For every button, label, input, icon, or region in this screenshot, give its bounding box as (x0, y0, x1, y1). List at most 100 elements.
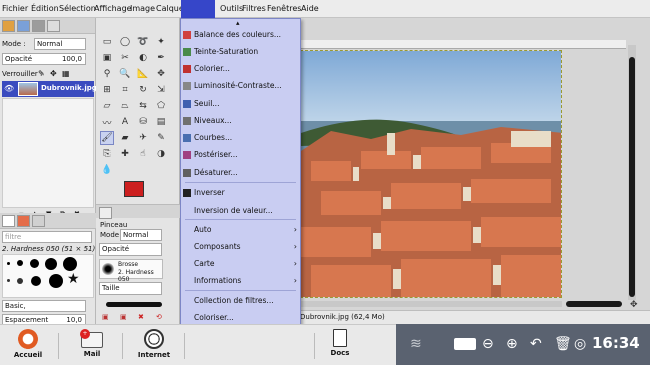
patterns-tab-icon[interactable] (17, 215, 30, 227)
color-picker-icon[interactable]: ⚲ (100, 67, 114, 81)
tool-size-field[interactable]: Taille (99, 282, 162, 295)
ink-icon[interactable]: ✎ (154, 131, 168, 145)
menu-image[interactable]: Image (129, 0, 156, 18)
lock-alpha-icon[interactable]: ▦ (62, 69, 70, 78)
brushes-tab-icon[interactable] (2, 215, 15, 227)
navigate-icon[interactable]: ✥ (630, 300, 638, 310)
menu-item-14[interactable]: Carte › (181, 256, 300, 272)
trash-icon[interactable]: 🗑 (554, 336, 572, 352)
fuzzy-select-icon[interactable]: ✦ (154, 35, 168, 49)
paths-tab-icon[interactable] (32, 20, 45, 32)
brush-swatch[interactable] (7, 262, 10, 265)
menu-item-8[interactable]: Postériser... (181, 147, 300, 163)
cage-icon[interactable]: ⬠ (154, 99, 168, 113)
smudge-icon[interactable]: ☝ (136, 147, 150, 161)
foreground-color-swatch[interactable] (124, 181, 144, 197)
menu-item-9[interactable]: Désaturer... (181, 165, 300, 181)
ellipse-select-icon[interactable]: ◯ (118, 35, 132, 49)
menu-colors-active[interactable] (181, 0, 215, 18)
menu-edit[interactable]: Édition (30, 0, 60, 18)
wifi-icon[interactable]: ≋ (410, 336, 422, 352)
blur-icon[interactable]: 💧 (100, 163, 114, 177)
warp-icon[interactable]: 〰 (100, 115, 114, 129)
lock-pixels-icon[interactable]: ✎ (38, 69, 45, 78)
perspective-icon[interactable]: ⏢ (118, 99, 132, 113)
brush-swatch[interactable] (30, 259, 39, 268)
menu-file[interactable]: Fichier (1, 0, 29, 18)
color-select-icon[interactable]: ▣ (100, 51, 114, 65)
app-mail[interactable]: Mail (70, 327, 114, 365)
star-brush-icon[interactable]: ★ (67, 271, 80, 287)
brush-grid[interactable]: ★ (2, 254, 94, 298)
move-icon[interactable]: ✥ (154, 67, 168, 81)
app-internet[interactable]: Internet (132, 327, 176, 365)
brush-swatch[interactable] (17, 278, 23, 284)
zoom-icon[interactable]: 🔍 (118, 67, 132, 81)
rotate-icon[interactable]: ↻ (136, 83, 150, 97)
brush-swatch[interactable] (17, 260, 23, 266)
menu-item-5[interactable]: Seuil... (181, 96, 300, 112)
menu-windows[interactable]: Fenêtres (266, 0, 302, 18)
menu-item-1[interactable]: Balance des couleurs... (181, 27, 300, 43)
menu-select[interactable]: Sélection (58, 0, 97, 18)
lock-position-icon[interactable]: ✥ (50, 69, 57, 78)
menu-item-16[interactable]: Collection de filtres... (181, 293, 300, 309)
menu-help[interactable]: Aide (300, 0, 320, 18)
brush-swatch[interactable] (45, 258, 57, 270)
save-preset-icon[interactable]: ▣ (102, 313, 109, 321)
undo-tab-icon[interactable] (47, 20, 60, 32)
app-home[interactable]: Accueil (6, 327, 50, 365)
scale-icon[interactable]: ⇲ (154, 83, 168, 97)
menu-item-13[interactable]: Composants › (181, 239, 300, 255)
undo-arrow-icon[interactable]: ↶ (530, 336, 542, 352)
airbrush-icon[interactable]: ✈ (136, 131, 150, 145)
menu-item-4[interactable]: Luminosité-Contraste... (181, 78, 300, 94)
foreground-select-icon[interactable]: ◐ (136, 51, 150, 65)
menu-view[interactable]: Affichage (93, 0, 133, 18)
tool-options-scrollbar[interactable] (106, 302, 162, 307)
layer-mode-select[interactable]: Normal (34, 38, 86, 50)
brush-swatch-selected[interactable] (49, 274, 63, 288)
flip-icon[interactable]: ⇆ (136, 99, 150, 113)
menu-item-6[interactable]: Niveaux... (181, 113, 300, 129)
rect-select-icon[interactable]: ▭ (100, 35, 114, 49)
vertical-scrollbar-thumb[interactable] (629, 57, 635, 297)
scroll-up-icon[interactable]: ▴ (236, 19, 240, 27)
paintbrush-icon[interactable]: 🖌 (100, 131, 114, 145)
brush-swatch[interactable] (7, 279, 10, 282)
battery-icon[interactable] (454, 338, 476, 350)
blend-icon[interactable]: ▤ (154, 115, 168, 129)
heal-icon[interactable]: ✚ (118, 147, 132, 161)
crop-icon[interactable]: ⌗ (118, 83, 132, 97)
paths-icon[interactable]: ✒ (154, 51, 168, 65)
measure-icon[interactable]: 📐 (136, 67, 150, 81)
menu-item-15[interactable]: Informations › (181, 273, 300, 289)
horizontal-scrollbar-track[interactable] (300, 301, 562, 307)
menu-item-12[interactable]: Auto › (181, 222, 300, 238)
menu-item-7[interactable]: Courbes... (181, 130, 300, 146)
menu-item-2[interactable]: Teinte-Saturation (181, 44, 300, 60)
reset-preset-icon[interactable]: ⟲ (156, 313, 162, 321)
lifebuoy-icon[interactable]: ◎ (574, 336, 586, 352)
brush-filter-input[interactable]: filtre (2, 231, 92, 243)
menu-filters[interactable]: Filtres (241, 0, 267, 18)
bucket-fill-icon[interactable]: ⛁ (136, 115, 150, 129)
brush-preset-select[interactable]: Basic, (2, 300, 86, 312)
layers-tab-icon[interactable] (2, 20, 15, 32)
align-icon[interactable]: ⊞ (100, 83, 114, 97)
tool-opacity-field[interactable]: Opacité (99, 243, 162, 256)
menu-item-10[interactable]: Inverser (181, 185, 300, 201)
horizontal-scrollbar-thumb[interactable] (566, 301, 622, 307)
app-docs[interactable]: Docs (320, 327, 360, 365)
text-icon[interactable]: A (118, 115, 132, 129)
dodge-burn-icon[interactable]: ◑ (154, 147, 168, 161)
clone-icon[interactable]: ⎘ (100, 147, 114, 161)
eraser-icon[interactable]: ▰ (118, 131, 132, 145)
channels-tab-icon[interactable] (17, 20, 30, 32)
gradients-tab-icon[interactable] (32, 215, 45, 227)
brush-swatch[interactable] (63, 257, 77, 271)
tool-mode-select[interactable]: Normal (120, 229, 162, 241)
volume-down-icon[interactable]: ⊖ (482, 336, 494, 352)
brush-swatch[interactable] (31, 276, 41, 286)
menu-item-3[interactable]: Colorier... (181, 61, 300, 77)
